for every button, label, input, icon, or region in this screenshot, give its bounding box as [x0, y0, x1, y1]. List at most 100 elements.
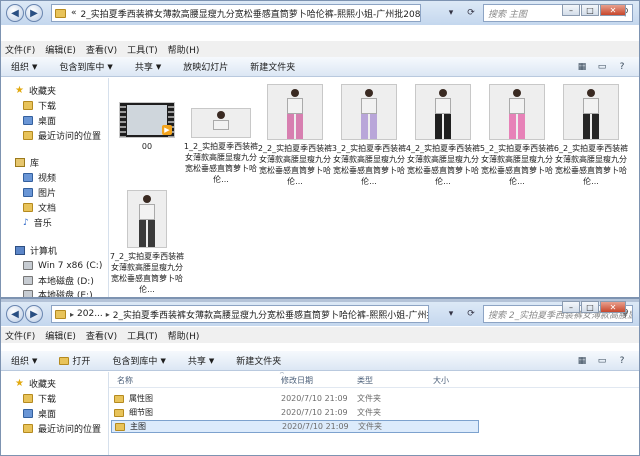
nav-desktop[interactable]: 桌面 — [23, 114, 108, 127]
organize-button[interactable]: 组织 ▼ — [11, 60, 38, 74]
play-icon: ▶ — [162, 125, 172, 135]
minimize-button[interactable]: – — [562, 4, 580, 16]
breadcrumb-current[interactable]: 2_实拍夏季西装裤女薄款高腰显瘦九分宽松垂感直筒萝卜哈伦裤-熙熙小姐-广州批20… — [111, 308, 428, 321]
address-dropdown-icon[interactable]: ▾ — [443, 5, 459, 21]
help-icon[interactable]: ? — [615, 355, 629, 367]
nav-pictures[interactable]: 图片 — [23, 186, 108, 199]
nav-downloads[interactable]: 下载 — [23, 99, 108, 112]
nav-videos[interactable]: 视频 — [23, 171, 108, 184]
refresh-icon[interactable]: ⟳ — [463, 306, 479, 322]
forward-arrow-icon[interactable]: ▶ — [25, 305, 43, 323]
address-bar[interactable]: ▸ 202... ▸ 2_实拍夏季西装裤女薄款高腰显瘦九分宽松垂感直筒萝卜哈伦裤… — [51, 305, 429, 323]
file-thumbnail-3[interactable]: 3_2_实拍夏季西装裤女薄款高腰显瘦九分宽松垂感直筒萝卜哈伦... — [331, 84, 407, 187]
share-button[interactable]: 共享 ▼ — [188, 354, 215, 368]
nav-favorites[interactable]: ★ 收藏夹 — [15, 377, 108, 390]
row-name: 细节图 — [129, 408, 153, 417]
breadcrumb-date-folder[interactable]: 202... — [75, 309, 105, 319]
maximize-button[interactable]: □ — [581, 301, 599, 313]
nav-drive-d[interactable]: 本地磁盘 (D:) — [23, 274, 108, 287]
file-thumbnail-5[interactable]: 5_2_实拍夏季西装裤女薄款高腰显瘦九分宽松垂感直筒萝卜哈伦... — [479, 84, 555, 187]
organize-button[interactable]: 组织 ▼ — [11, 354, 38, 368]
address-bar-row: ◀ ▶ ▸ 202... ▸ 2_实拍夏季西装裤女薄款高腰显瘦九分宽松垂感直筒萝… — [1, 302, 639, 326]
command-bar: 组织 ▼ 打开 包含到库中 ▼ 共享 ▼ 新建文件夹 ▦ ▭ ? — [1, 351, 639, 371]
new-folder-button[interactable]: 新建文件夹 — [250, 60, 295, 73]
forward-arrow-icon[interactable]: ▶ — [25, 4, 43, 22]
file-label: 3_2_实拍夏季西装裤女薄款高腰显瘦九分宽松垂感直筒萝卜哈伦... — [331, 144, 407, 186]
address-dropdown-icon[interactable]: ▾ — [443, 306, 459, 322]
star-icon: ★ — [15, 85, 24, 96]
row-type: 文件夹 — [357, 394, 381, 403]
nav-drive-e[interactable]: 本地磁盘 (E:) — [23, 288, 108, 297]
chevron-down-icon: ▼ — [32, 62, 38, 71]
table-row[interactable]: 属性图 2020/7/10 21:09 文件夹 — [111, 392, 479, 405]
video-library-icon — [23, 173, 33, 182]
column-header-size[interactable]: 大小 — [433, 375, 449, 386]
slideshow-button[interactable]: 放映幻灯片 — [183, 60, 228, 73]
file-label: 2_2_实拍夏季西装裤女薄款高腰显瘦九分宽松垂感直筒萝卜哈伦... — [257, 144, 333, 186]
menu-tools[interactable]: 工具(T) — [127, 329, 158, 342]
file-thumbnail-2[interactable]: 2_2_实拍夏季西装裤女薄款高腰显瘦九分宽松垂感直筒萝卜哈伦... — [257, 84, 333, 187]
view-options-icon[interactable]: ▦ — [575, 355, 589, 367]
breadcrumb-overflow[interactable]: « — [69, 8, 79, 18]
close-button[interactable]: ✕ — [600, 4, 626, 16]
file-label: 7_2_实拍夏季西装裤女薄款高腰显瘦九分宽松垂感直筒萝卜哈伦... — [109, 252, 185, 294]
nav-recent[interactable]: 最近访问的位置 — [23, 129, 108, 142]
music-note-icon: ♪ — [23, 217, 29, 228]
column-header-date[interactable]: 修改日期 — [281, 375, 313, 386]
chevron-down-icon: ▼ — [208, 356, 215, 365]
menu-view[interactable]: 查看(V) — [86, 43, 117, 56]
image-preview — [191, 108, 251, 138]
nav-drive-c[interactable]: Win 7 x86 (C:) — [23, 259, 108, 272]
menu-file[interactable]: 文件(F) — [5, 329, 35, 342]
nav-desktop[interactable]: 桌面 — [23, 407, 108, 420]
maximize-button[interactable]: □ — [581, 4, 599, 16]
include-in-library-button[interactable]: 包含到库中 ▼ — [112, 354, 165, 368]
folder-icon — [115, 422, 125, 431]
include-in-library-button[interactable]: 包含到库中 ▼ — [59, 60, 112, 74]
refresh-icon[interactable]: ⟳ — [463, 5, 479, 21]
preview-pane-icon[interactable]: ▭ — [595, 61, 609, 73]
open-button[interactable]: 打开 — [59, 354, 90, 367]
nav-computer[interactable]: 计算机 — [15, 244, 108, 257]
address-bar-row: ◀ ▶ « 2_实拍夏季西装裤女薄款高腰显瘦九分宽松垂感直筒萝卜哈伦裤-熙熙小姐… — [1, 1, 639, 25]
file-thumbnail-6[interactable]: 6_2_实拍夏季西装裤女薄款高腰显瘦九分宽松垂感直筒萝卜哈伦... — [553, 84, 629, 187]
nav-libraries[interactable]: 库 — [15, 156, 108, 169]
breadcrumb-product-folder[interactable]: 2_实拍夏季西装裤女薄款高腰显瘦九分宽松垂感直筒萝卜哈伦裤-熙熙小姐-广州批20… — [79, 7, 420, 20]
nav-documents[interactable]: 文档 — [23, 201, 108, 214]
file-label: 6_2_实拍夏季西装裤女薄款高腰显瘦九分宽松垂感直筒萝卜哈伦... — [553, 144, 629, 186]
back-arrow-icon[interactable]: ◀ — [6, 4, 24, 22]
table-row[interactable]: 细节图 2020/7/10 21:09 文件夹 — [111, 406, 479, 419]
menu-file[interactable]: 文件(F) — [5, 43, 35, 56]
new-folder-button[interactable]: 新建文件夹 — [236, 354, 281, 367]
file-thumbnail-7[interactable]: 7_2_实拍夏季西装裤女薄款高腰显瘦九分宽松垂感直筒萝卜哈伦... — [109, 190, 185, 295]
menu-edit[interactable]: 编辑(E) — [45, 43, 76, 56]
help-icon[interactable]: ? — [615, 61, 629, 73]
close-button[interactable]: ✕ — [600, 301, 626, 313]
menu-view[interactable]: 查看(V) — [86, 329, 117, 342]
file-label: 1_2_实拍夏季西装裤女薄款高腰显瘦九分宽松垂感直筒萝卜哈伦... — [183, 142, 259, 184]
address-bar[interactable]: « 2_实拍夏季西装裤女薄款高腰显瘦九分宽松垂感直筒萝卜哈伦裤-熙熙小姐-广州批… — [51, 4, 421, 22]
column-header-type[interactable]: 类型 — [357, 375, 373, 386]
nav-recent[interactable]: 最近访问的位置 — [23, 422, 108, 435]
menu-tools[interactable]: 工具(T) — [127, 43, 158, 56]
menu-help[interactable]: 帮助(H) — [168, 329, 200, 342]
menu-help[interactable]: 帮助(H) — [168, 43, 200, 56]
image-preview — [127, 190, 167, 248]
nav-music[interactable]: ♪ 音乐 — [23, 216, 108, 230]
file-thumbnail-4[interactable]: 4_2_实拍夏季西装裤女薄款高腰显瘦九分宽松垂感直筒萝卜哈伦... — [405, 84, 481, 187]
column-header-name[interactable]: 名称 — [117, 375, 133, 386]
file-thumbnail-video[interactable]: ▶ 00 — [109, 102, 185, 152]
minimize-button[interactable]: – — [562, 301, 580, 313]
file-thumbnail-1[interactable]: 1_2_实拍夏季西装裤女薄款高腰显瘦九分宽松垂感直筒萝卜哈伦... — [183, 108, 259, 185]
star-icon: ★ — [15, 378, 24, 389]
navigation-pane: ★ 收藏夹 下载 桌面 最近访问的位置 — [1, 372, 109, 455]
chevron-down-icon: ▼ — [32, 356, 38, 365]
preview-pane-icon[interactable]: ▭ — [595, 355, 609, 367]
table-row-selected[interactable]: 主图 2020/7/10 21:09 文件夹 — [111, 420, 479, 433]
nav-downloads[interactable]: 下载 — [23, 392, 108, 405]
nav-favorites[interactable]: ★ 收藏夹 — [15, 84, 108, 97]
share-button[interactable]: 共享 ▼ — [135, 60, 161, 74]
menu-edit[interactable]: 编辑(E) — [45, 329, 76, 342]
back-arrow-icon[interactable]: ◀ — [6, 305, 24, 323]
view-options-icon[interactable]: ▦ — [575, 61, 589, 73]
